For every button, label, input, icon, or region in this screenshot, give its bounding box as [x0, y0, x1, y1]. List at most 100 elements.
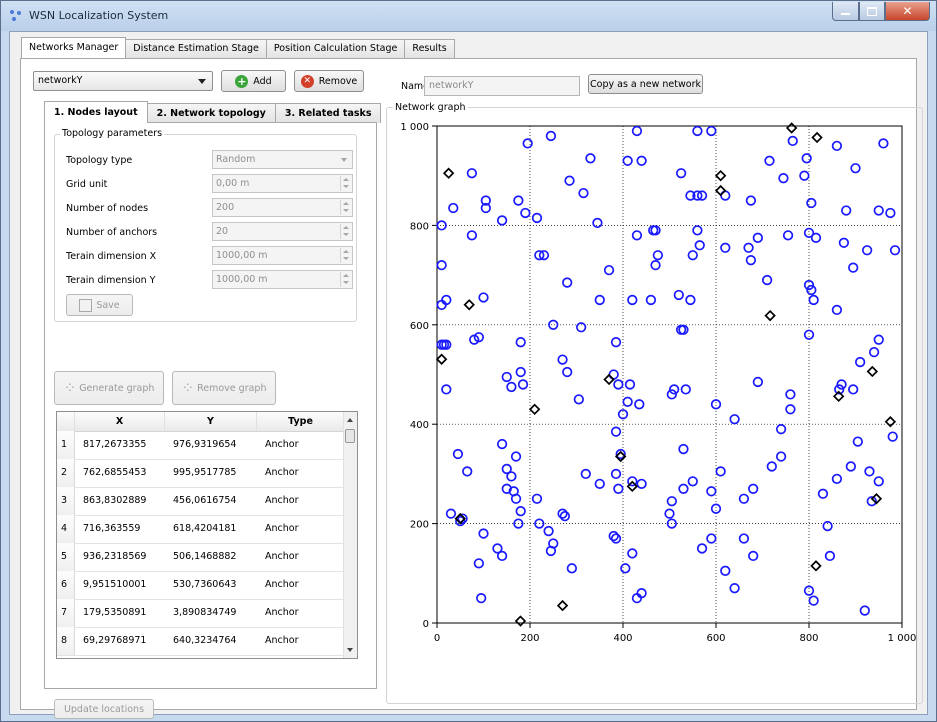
- table-scrollbar[interactable]: [343, 412, 357, 658]
- scroll-up-icon[interactable]: [347, 418, 353, 422]
- row-number-cell: 4: [57, 515, 75, 543]
- generate-graph-button[interactable]: ⁘ Generate graph: [54, 371, 164, 405]
- y-tick-label: 600: [410, 321, 429, 332]
- update-locations-label: Update locations: [63, 703, 145, 715]
- y-tick-label: 800: [410, 221, 429, 232]
- y-cell: 3,890834749: [173, 607, 237, 618]
- add-button[interactable]: + Add: [221, 70, 286, 92]
- tab-results[interactable]: Results: [404, 39, 455, 58]
- x-tick-label: 400: [613, 633, 632, 644]
- network-select[interactable]: networkY: [33, 71, 213, 91]
- save-button-label: Save: [96, 299, 120, 311]
- number-of-nodes-label: Number of nodes: [66, 203, 149, 214]
- chevron-down-icon: [341, 158, 347, 162]
- table-row[interactable]: 7 179,5350891 3,890834749 Anchor: [57, 599, 345, 628]
- terrain-x-field[interactable]: 1000,00 m: [212, 246, 353, 265]
- scroll-thumb[interactable]: [345, 429, 355, 443]
- number-of-nodes-field[interactable]: 200: [212, 198, 353, 217]
- number-of-anchors-value: 20: [216, 226, 229, 237]
- corner-header: [57, 412, 75, 431]
- add-button-label: Add: [253, 75, 272, 87]
- table-row[interactable]: 8 69,29768971 640,3234764 Anchor: [57, 627, 345, 656]
- type-cell: Anchor: [265, 495, 299, 506]
- table-row[interactable]: 5 936,2318569 506,1468882 Anchor: [57, 543, 345, 572]
- save-icon: [79, 298, 93, 312]
- number-of-anchors-label: Number of anchors: [66, 227, 158, 238]
- column-header-x[interactable]: X: [75, 412, 165, 431]
- tab-distance-estimation[interactable]: Distance Estimation Stage: [125, 39, 267, 58]
- x-cell: 179,5350891: [83, 607, 147, 618]
- type-cell: Anchor: [265, 467, 299, 478]
- minimize-button[interactable]: [832, 2, 859, 21]
- table-row[interactable]: 1 817,2673355 976,9319654 Anchor: [57, 431, 345, 460]
- grid-unit-label: Grid unit: [66, 179, 108, 190]
- save-button[interactable]: Save: [66, 294, 133, 316]
- x-tick-label: 600: [706, 633, 725, 644]
- tab-nodes-layout[interactable]: 1. Nodes layout: [44, 101, 148, 123]
- terrain-y-value: 1000,00 m: [216, 274, 268, 285]
- table-header: X Y Type: [57, 412, 345, 432]
- terrain-x-label: Terain dimension X: [66, 251, 157, 262]
- close-button[interactable]: ✕: [885, 2, 930, 21]
- terrain-y-label: Terain dimension Y: [66, 275, 156, 286]
- plot-area[interactable]: [436, 125, 903, 624]
- main-tabs: Networks Manager Distance Estimation Sta…: [21, 37, 455, 58]
- number-of-nodes-value: 200: [216, 202, 235, 213]
- table-row[interactable]: 3 863,8302889 456,0616754 Anchor: [57, 487, 345, 516]
- column-header-y[interactable]: Y: [165, 412, 257, 431]
- y-cell: 530,7360643: [173, 579, 237, 590]
- topology-type-label: Topology type: [66, 155, 133, 166]
- column-header-type[interactable]: Type: [257, 412, 345, 431]
- plus-icon: +: [235, 74, 249, 88]
- remove-graph-icon: ⁘: [181, 379, 195, 397]
- network-graph-chart[interactable]: 00 200 200 400 400 600 600 800 800 1 000 1 000: [387, 111, 922, 703]
- generate-graph-icon: ⁘: [63, 379, 77, 397]
- nodes-table: X Y Type 1 817,2673355 976,9319654 Anchor 2 7…: [56, 411, 358, 659]
- spin-arrows-icon[interactable]: [340, 200, 351, 215]
- remove-graph-button[interactable]: ⁘ Remove graph: [172, 371, 276, 405]
- tab-networks-manager[interactable]: Networks Manager: [21, 37, 127, 58]
- copy-network-button[interactable]: Copy as a new network: [588, 74, 703, 94]
- x-tick-label: 200: [520, 633, 539, 644]
- table-row[interactable]: 4 716,363559 618,4204181 Anchor: [57, 515, 345, 544]
- remove-graph-label: Remove graph: [197, 382, 267, 394]
- spin-arrows-icon[interactable]: [340, 176, 351, 191]
- tab-related-tasks[interactable]: 3. Related tasks: [274, 103, 382, 123]
- maximize-button[interactable]: [859, 2, 885, 21]
- chevron-down-icon: [198, 79, 206, 84]
- title-bar[interactable]: WSN Localization System ✕: [1, 1, 936, 31]
- table-row[interactable]: 6 9,951510001 530,7360643 Anchor: [57, 571, 345, 600]
- x-cell: 863,8302889: [83, 495, 147, 506]
- row-number-cell: 6: [57, 571, 75, 599]
- y-cell: 640,3234764: [173, 635, 237, 646]
- generate-graph-label: Generate graph: [79, 382, 155, 394]
- row-number-cell: 5: [57, 543, 75, 571]
- number-of-anchors-field[interactable]: 20: [212, 222, 353, 241]
- y-tick-label: 400: [410, 420, 429, 431]
- tab-position-calculation[interactable]: Position Calculation Stage: [265, 39, 406, 58]
- spin-arrows-icon[interactable]: [340, 248, 351, 263]
- topology-type-select[interactable]: Random: [212, 150, 353, 169]
- close-icon: ✕: [902, 4, 913, 18]
- networks-manager-panel: networkY + Add ✕ Remove Name networkY Co…: [20, 58, 923, 719]
- x-cell: 817,2673355: [83, 439, 147, 450]
- tab-network-topology[interactable]: 2. Network topology: [146, 103, 276, 123]
- x-tick-label: 800: [799, 633, 818, 644]
- table-row[interactable]: 2 762,6855453 995,9517785 Anchor: [57, 459, 345, 488]
- spin-arrows-icon[interactable]: [340, 272, 351, 287]
- name-field[interactable]: networkY: [424, 76, 580, 96]
- scroll-down-icon[interactable]: [347, 648, 353, 652]
- x-tick-label: 1 000: [888, 633, 917, 644]
- grid-unit-value: 0,00 m: [216, 178, 250, 189]
- spin-arrows-icon[interactable]: [340, 224, 351, 239]
- update-locations-button[interactable]: Update locations: [54, 699, 154, 719]
- minimize-icon: [841, 13, 850, 15]
- topology-group-title: Topology parameters: [60, 128, 165, 139]
- client-area: Networks Manager Distance Estimation Sta…: [9, 31, 928, 719]
- x-tick-label: 0: [434, 633, 440, 644]
- terrain-y-field[interactable]: 1000,00 m: [212, 270, 353, 289]
- remove-button[interactable]: ✕ Remove: [294, 70, 364, 92]
- x-cell: 69,29768971: [83, 635, 147, 646]
- grid-unit-field[interactable]: 0,00 m: [212, 174, 353, 193]
- nodes-layout-panel: Topology parameters Topology type Random…: [44, 122, 377, 719]
